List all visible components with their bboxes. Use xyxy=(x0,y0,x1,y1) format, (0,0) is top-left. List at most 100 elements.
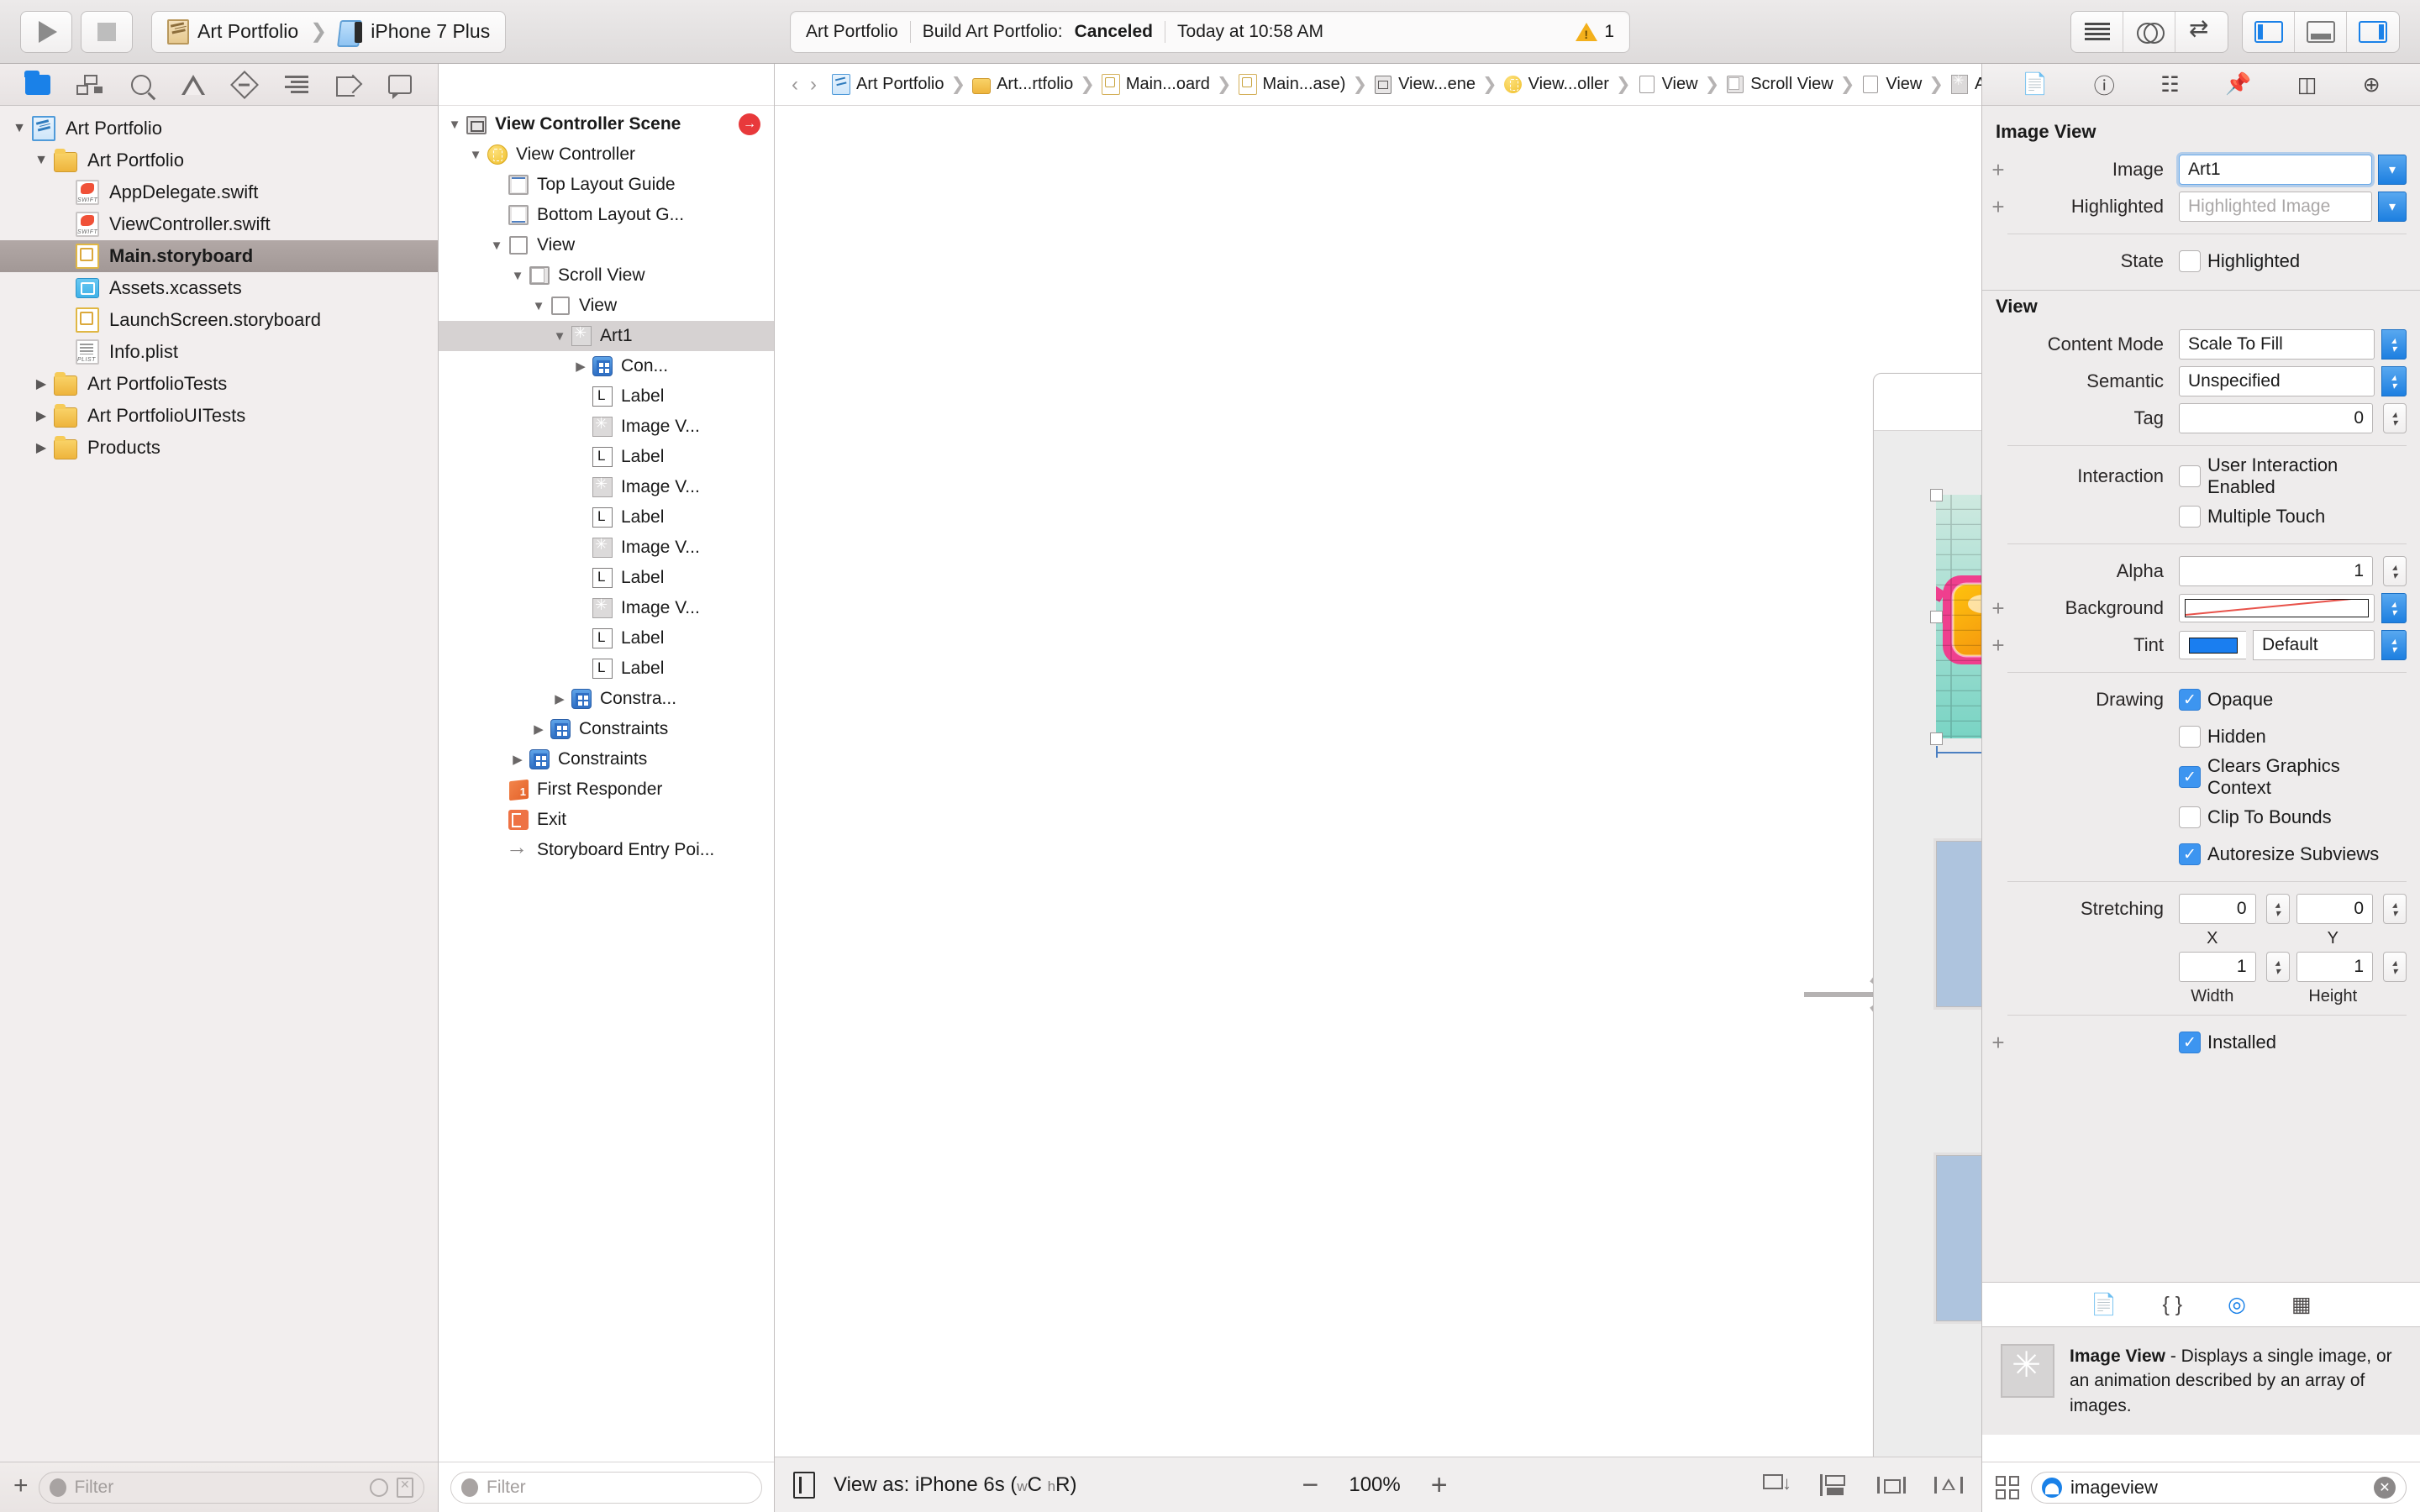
outline-row[interactable]: Exit xyxy=(439,805,774,835)
chevron-down-icon[interactable]: ▾ xyxy=(2378,155,2407,185)
chevron-updown-icon[interactable]: ▴▾ xyxy=(2381,593,2407,623)
alpha-input[interactable]: 1 xyxy=(2179,556,2373,586)
clears-graphics-context-checkbox[interactable]: ✓ xyxy=(2179,766,2201,788)
library-filter-input[interactable]: imageview ✕ xyxy=(2031,1472,2407,1504)
zoom-out-button[interactable]: − xyxy=(1302,1471,1318,1499)
multiple-touch-checkbox[interactable] xyxy=(2179,506,2201,528)
tab-size-inspector[interactable]: ◫ xyxy=(2297,72,2317,97)
stretching-width-stepper[interactable]: ▴▾ xyxy=(2266,952,2290,982)
disclosure-open-icon[interactable]: ▼ xyxy=(7,121,32,136)
outline-row[interactable]: ▶Con... xyxy=(439,351,774,381)
disclosure-open-icon[interactable]: ▼ xyxy=(528,299,550,313)
breadcrumb-item[interactable]: View...ene xyxy=(1369,74,1481,95)
toggle-navigator-button[interactable] xyxy=(2243,12,2295,52)
project-tree-row[interactable]: ▶SWIFTAppDelegate.swift xyxy=(0,176,438,208)
pin-constraints-icon[interactable] xyxy=(1877,1474,1906,1496)
chevron-updown-icon[interactable]: ▴▾ xyxy=(2381,630,2407,660)
navigator-filter-input[interactable]: Filter xyxy=(39,1472,424,1504)
outline-row[interactable]: ▶Constraints xyxy=(439,744,774,774)
project-tree-row[interactable]: ▶PLISTInfo.plist xyxy=(0,336,438,368)
forward-button[interactable]: › xyxy=(810,73,817,97)
breadcrumb-item[interactable]: Scroll View xyxy=(1721,74,1839,95)
art1-image-view[interactable] xyxy=(1936,495,1981,738)
toggle-inspector-button[interactable] xyxy=(2347,12,2399,52)
project-tree-row[interactable]: ▶Art PortfolioTests xyxy=(0,368,438,400)
sidebar-item-source-control[interactable] xyxy=(72,71,106,99)
disclosure-closed-icon[interactable]: ▶ xyxy=(549,691,571,706)
selection-handle[interactable] xyxy=(1930,732,1943,745)
outline-row[interactable]: First Responder xyxy=(439,774,774,805)
user-interaction-enabled-checkbox[interactable] xyxy=(2179,465,2201,487)
chevron-down-icon[interactable]: ▾ xyxy=(2378,192,2407,222)
tab-media-library[interactable]: ▦ xyxy=(2291,1292,2312,1317)
scene-entry-badge[interactable]: → xyxy=(739,113,760,135)
sidebar-item-breakpoint[interactable] xyxy=(332,71,366,99)
sidebar-item-debug[interactable] xyxy=(280,71,313,99)
version-editor-button[interactable] xyxy=(2175,12,2228,52)
view-controller-scene[interactable]: Label UIImageView Label UIImageView Labe… xyxy=(1873,373,1981,1457)
status-bar[interactable]: Art Portfolio Build Art Portfolio: Cance… xyxy=(790,11,1630,53)
outline-row[interactable]: Label xyxy=(439,502,774,533)
hidden-checkbox[interactable] xyxy=(2179,726,2201,748)
outline-row[interactable]: Image V... xyxy=(439,412,774,442)
disclosure-closed-icon[interactable]: ▶ xyxy=(29,407,54,424)
sidebar-item-report[interactable] xyxy=(383,71,417,99)
semantic-select[interactable]: Unspecified xyxy=(2179,366,2375,396)
canvas-label-1[interactable]: Label xyxy=(1874,764,1981,790)
sidebar-item-test[interactable] xyxy=(228,71,261,99)
installed-checkbox[interactable]: ✓ xyxy=(2179,1032,2201,1053)
view-as-icon[interactable] xyxy=(793,1472,815,1499)
outline-row[interactable]: ▼View Controller Scene→ xyxy=(439,109,774,139)
project-tree-row[interactable]: ▶LaunchScreen.storyboard xyxy=(0,304,438,336)
breadcrumb-item[interactable]: View xyxy=(1856,74,1927,95)
back-button[interactable]: ‹ xyxy=(792,73,798,97)
library-list[interactable]: Image View - Displays a single image, or… xyxy=(1982,1327,2420,1462)
outline-row[interactable]: Label xyxy=(439,623,774,654)
outline-row[interactable]: Image V... xyxy=(439,533,774,563)
project-tree-row[interactable]: ▼Art Portfolio xyxy=(0,113,438,144)
outline-row[interactable]: ▼Scroll View xyxy=(439,260,774,291)
disclosure-open-icon[interactable]: ▼ xyxy=(465,148,487,162)
outline-row[interactable]: Label xyxy=(439,563,774,593)
breadcrumb-item[interactable]: View xyxy=(1633,74,1703,95)
breadcrumb-item[interactable]: Art1 xyxy=(1945,74,1981,95)
stretching-y-input[interactable]: 0 xyxy=(2296,894,2374,924)
canvas-imageview-placeholder-2[interactable]: UIImageView xyxy=(1936,1155,1981,1321)
update-frames-icon[interactable] xyxy=(1763,1474,1791,1496)
clip-to-bounds-checkbox[interactable] xyxy=(2179,806,2201,828)
canvas-label-2[interactable]: Label xyxy=(1874,1078,1981,1104)
outline-row[interactable]: Label xyxy=(439,442,774,472)
opaque-checkbox[interactable]: ✓ xyxy=(2179,689,2201,711)
tab-file-template-library[interactable]: 📄 xyxy=(2091,1293,2117,1317)
outline-row[interactable]: Label xyxy=(439,654,774,684)
project-tree-row[interactable]: ▶Art PortfolioUITests xyxy=(0,400,438,432)
project-file-tree[interactable]: ▼Art Portfolio▼Art Portfolio▶SWIFTAppDel… xyxy=(0,106,438,1462)
run-button[interactable] xyxy=(20,11,72,53)
canvas-imageview-placeholder-1[interactable]: UIImageView xyxy=(1936,841,1981,1007)
outline-row[interactable]: Top Layout Guide xyxy=(439,170,774,200)
sidebar-item-find[interactable] xyxy=(124,71,158,99)
outline-row[interactable]: ▼View Controller xyxy=(439,139,774,170)
clear-icon[interactable]: ✕ xyxy=(2374,1477,2396,1499)
content-mode-select[interactable]: Scale To Fill xyxy=(2179,329,2375,360)
disclosure-closed-icon[interactable]: ▶ xyxy=(29,439,54,456)
disclosure-closed-icon[interactable]: ▶ xyxy=(570,359,592,374)
outline-row[interactable]: Image V... xyxy=(439,472,774,502)
outline-row[interactable]: Label xyxy=(439,381,774,412)
outline-row[interactable]: ▶Constra... xyxy=(439,684,774,714)
assistant-editor-button[interactable] xyxy=(2123,12,2175,52)
autoresize-subviews-checkbox[interactable]: ✓ xyxy=(2179,843,2201,865)
disclosure-open-icon[interactable]: ▼ xyxy=(507,269,529,283)
breadcrumb-item[interactable]: Main...oard xyxy=(1097,74,1215,95)
sidebar-item-issue[interactable] xyxy=(176,71,210,99)
stretching-height-input[interactable]: 1 xyxy=(2296,952,2374,982)
highlighted-image-input[interactable]: Highlighted Image xyxy=(2179,192,2372,222)
breadcrumb-item[interactable]: Art Portfolio xyxy=(827,74,949,95)
outline-row[interactable]: ▼Art1 xyxy=(439,321,774,351)
tag-stepper[interactable]: ▴▾ xyxy=(2383,403,2407,433)
outline-row[interactable]: ▶Constraints xyxy=(439,714,774,744)
outline-row[interactable]: Image V... xyxy=(439,593,774,623)
stop-button[interactable] xyxy=(81,11,133,53)
toggle-debug-button[interactable] xyxy=(2295,12,2347,52)
project-tree-row[interactable]: ▼Art Portfolio xyxy=(0,144,438,176)
